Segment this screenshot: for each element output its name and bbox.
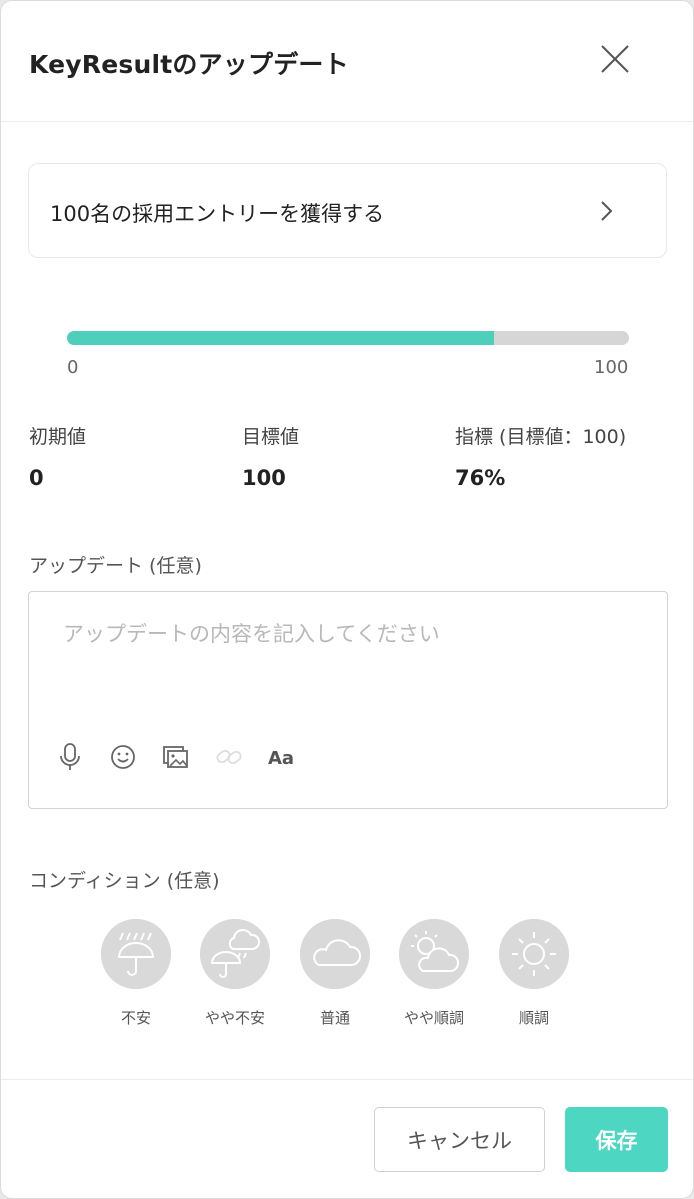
- progress-min-label: 0: [67, 357, 79, 378]
- modal-header: KeyResultのアップデート: [1, 1, 693, 122]
- initial-value: 0: [29, 466, 44, 490]
- text-format-label: Aa: [268, 748, 294, 769]
- condition-label: コンディション (任意): [29, 870, 220, 892]
- progress-max-label: 100: [594, 357, 629, 378]
- condition-anxious[interactable]: [101, 919, 171, 989]
- chevron-right-icon: [597, 197, 617, 225]
- condition-anxious-label: 不安: [120, 1009, 151, 1027]
- condition-normal[interactable]: [300, 919, 370, 989]
- update-input[interactable]: アップデートの内容を記入してください Aa: [28, 591, 668, 809]
- update-key-result-modal: KeyResultのアップデート 100名の採用エントリーを獲得する 0 100…: [0, 0, 694, 1199]
- metric-label: 指標 (目標値：100): [455, 426, 627, 448]
- condition-slightly-anxious[interactable]: [200, 919, 270, 989]
- progress-bar: [67, 331, 629, 345]
- text-format-icon[interactable]: Aa: [267, 742, 297, 772]
- condition-slightly-good-label: やや順調: [403, 1009, 464, 1027]
- save-button[interactable]: 保存: [565, 1107, 668, 1172]
- condition-slightly-good[interactable]: [399, 919, 469, 989]
- sun-icon: [499, 919, 569, 989]
- rain-umbrella-icon: [101, 919, 171, 989]
- condition-good-label: 順調: [518, 1009, 549, 1027]
- target-value-label: 目標値: [242, 426, 300, 448]
- cloud-rain-umbrella-icon: [200, 919, 270, 989]
- condition-slightly-anxious-label: やや不安: [204, 1009, 265, 1027]
- progress-fill: [67, 331, 495, 345]
- metric-value: 76%: [455, 466, 506, 490]
- image-icon[interactable]: [161, 742, 191, 772]
- close-icon[interactable]: [597, 41, 633, 77]
- condition-good[interactable]: [499, 919, 569, 989]
- target-value: 100: [242, 466, 286, 490]
- update-label: アップデート (任意): [29, 555, 202, 577]
- modal-title: KeyResultのアップデート: [29, 50, 349, 79]
- emoji-icon[interactable]: [108, 742, 138, 772]
- condition-normal-label: 普通: [319, 1009, 350, 1027]
- cloud-icon: [300, 919, 370, 989]
- cancel-button[interactable]: キャンセル: [374, 1107, 545, 1172]
- sun-cloud-icon: [399, 919, 469, 989]
- initial-value-label: 初期値: [29, 426, 87, 448]
- update-placeholder: アップデートの内容を記入してください: [63, 622, 440, 646]
- microphone-icon[interactable]: [55, 742, 85, 772]
- link-icon[interactable]: [214, 742, 244, 772]
- key-result-link[interactable]: 100名の採用エントリーを獲得する: [28, 163, 667, 258]
- key-result-name: 100名の採用エントリーを獲得する: [50, 202, 385, 226]
